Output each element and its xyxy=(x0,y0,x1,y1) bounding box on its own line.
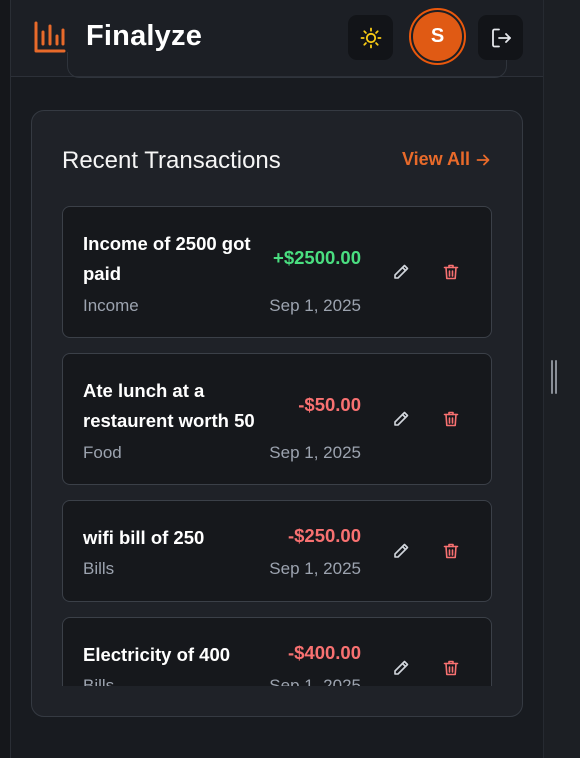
trash-icon xyxy=(443,660,459,676)
transaction-category: Bills xyxy=(83,676,115,686)
view-all-link[interactable]: View All xyxy=(402,149,491,170)
resize-handle-bar xyxy=(551,360,553,394)
logout-icon xyxy=(491,28,511,47)
pencil-icon xyxy=(394,660,409,675)
transaction-date: Sep 1, 2025 xyxy=(269,676,361,686)
arrow-right-icon xyxy=(476,154,490,165)
transaction-date: Sep 1, 2025 xyxy=(269,296,361,315)
transaction-date: Sep 1, 2025 xyxy=(269,443,361,462)
recent-transactions-panel: Recent Transactions View All Income of 2… xyxy=(31,110,523,717)
pencil-icon xyxy=(394,264,409,279)
transaction-description: Income of 2500 got paid xyxy=(83,233,251,284)
app-title: Finalyze xyxy=(86,20,203,52)
sun-icon xyxy=(360,27,381,48)
resize-handle-bar xyxy=(555,360,557,394)
transaction-item: Ate lunch at a restaurent worth 50 -$50.… xyxy=(62,353,492,485)
panel-title: Recent Transactions xyxy=(62,147,281,174)
edit-button[interactable] xyxy=(389,260,413,284)
avatar-initial: S xyxy=(413,12,462,61)
bar-chart-icon xyxy=(34,21,66,53)
transaction-description: wifi bill of 250 xyxy=(83,527,205,548)
transaction-category: Bills xyxy=(83,559,115,578)
transaction-amount: -$400.00 xyxy=(287,642,361,663)
transaction-description: Ate lunch at a restaurent worth 50 xyxy=(83,380,255,431)
edit-button[interactable] xyxy=(389,407,413,431)
edit-button[interactable] xyxy=(389,539,413,563)
edit-button[interactable] xyxy=(389,656,413,680)
left-gutter xyxy=(0,0,11,758)
transaction-list[interactable]: Income of 2500 got paid +$2500.00 Income… xyxy=(62,206,493,686)
trash-icon xyxy=(443,411,459,427)
theme-toggle-button[interactable] xyxy=(348,15,393,60)
delete-button[interactable] xyxy=(439,260,463,284)
resize-handle[interactable] xyxy=(550,360,558,394)
trash-icon xyxy=(443,543,459,559)
pencil-icon xyxy=(394,411,409,426)
view-all-label: View All xyxy=(401,149,470,169)
transaction-item: wifi bill of 250 -$250.00 Bills Sep 1, 2… xyxy=(62,500,492,602)
transaction-item: Electricity of 400 -$400.00 Bills Sep 1,… xyxy=(62,617,492,686)
pencil-icon xyxy=(394,543,409,558)
resize-gutter xyxy=(543,0,580,758)
logout-button[interactable] xyxy=(478,15,523,60)
transaction-amount: -$250.00 xyxy=(287,525,361,546)
transaction-item: Income of 2500 got paid +$2500.00 Income… xyxy=(62,206,492,338)
delete-button[interactable] xyxy=(439,656,463,680)
transaction-date: Sep 1, 2025 xyxy=(269,559,361,578)
transaction-amount: -$50.00 xyxy=(298,394,361,415)
delete-button[interactable] xyxy=(439,539,463,563)
transaction-description: Electricity of 400 xyxy=(83,644,231,665)
transaction-amount: +$2500.00 xyxy=(273,247,361,268)
user-avatar-button[interactable]: S xyxy=(409,8,466,65)
delete-button[interactable] xyxy=(439,407,463,431)
transaction-category: Income xyxy=(83,296,139,315)
trash-icon xyxy=(443,264,459,280)
transaction-category: Food xyxy=(83,443,122,462)
app-header: Finalyze S xyxy=(11,0,543,78)
